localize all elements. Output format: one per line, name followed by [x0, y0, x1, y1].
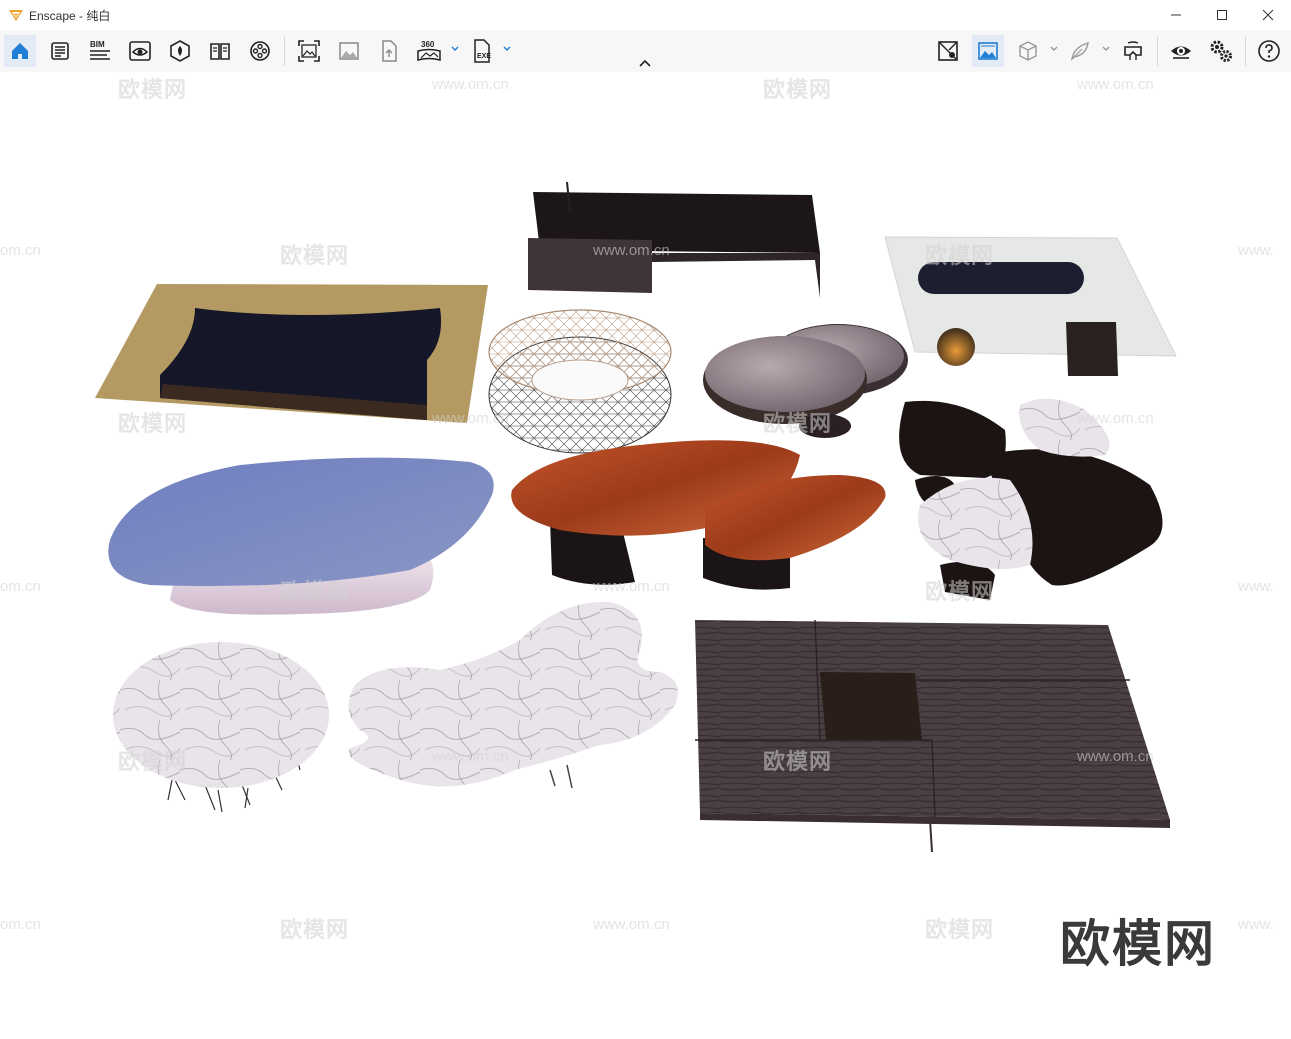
- watermark-url: www.om.cn: [593, 916, 670, 933]
- watermark-url: www.: [1238, 578, 1274, 595]
- gold-base-table[interactable]: [95, 284, 488, 423]
- asset-library-button[interactable]: [164, 35, 196, 67]
- watermark-text: 欧模网: [925, 917, 995, 942]
- wood-leaf-tables[interactable]: [511, 440, 886, 590]
- watermark-text: 欧模网: [763, 749, 833, 774]
- project-info-button[interactable]: [44, 35, 76, 67]
- visual-settings-button[interactable]: [972, 35, 1004, 67]
- watermark-url: www.om.cn: [432, 76, 509, 93]
- collapse-toolbar-icon[interactable]: [638, 58, 652, 68]
- minimize-button[interactable]: [1153, 0, 1199, 30]
- leaf-icon: [170, 40, 190, 62]
- watermark-url: www.: [1238, 916, 1274, 933]
- settings-button[interactable]: [1205, 35, 1237, 67]
- batch-render-button[interactable]: [333, 35, 365, 67]
- dark-wood-block-table[interactable]: [695, 619, 1170, 853]
- watermark-url: www.om.cn: [593, 578, 670, 595]
- watermark-url: www.om.cn: [1077, 410, 1154, 427]
- maximize-icon: [1217, 10, 1227, 20]
- gallery-icon: [339, 42, 359, 60]
- watermark-url: www.om.cn: [1077, 748, 1154, 765]
- eye-icon: [1171, 46, 1191, 59]
- panorama-dropdown-icon[interactable]: [450, 44, 460, 54]
- image-frame-icon: [978, 42, 998, 60]
- watermark-text: 欧模网: [118, 77, 188, 102]
- watermark-text: 欧模网: [925, 243, 995, 268]
- watermark-text: 欧模网: [925, 579, 995, 604]
- watermark-url: www.om.cn: [432, 748, 509, 765]
- list-document-icon: [51, 42, 69, 60]
- panorama-360-icon: 360: [417, 40, 441, 61]
- svg-text:360: 360: [421, 40, 435, 49]
- help-button[interactable]: [1253, 35, 1285, 67]
- close-button[interactable]: [1245, 0, 1291, 30]
- view-toggle-button[interactable]: [1165, 35, 1197, 67]
- gears-icon: [1210, 40, 1232, 62]
- exe-file-icon: EXE: [474, 39, 491, 63]
- capture-settings-button[interactable]: [932, 35, 964, 67]
- marble-splat-table[interactable]: [348, 601, 678, 789]
- feedback-button[interactable]: [1064, 35, 1096, 67]
- maximize-button[interactable]: [1199, 0, 1245, 30]
- close-icon: [1262, 9, 1274, 21]
- scene-render: [95, 181, 1177, 853]
- brand-watermark: 欧模网: [1060, 916, 1216, 972]
- round-marble-table[interactable]: [113, 642, 329, 813]
- bim-button[interactable]: BIM: [84, 35, 116, 67]
- watermark-url: www.om.cn: [593, 242, 670, 259]
- watermark-text: 欧模网: [118, 411, 188, 436]
- wire-mesh-table[interactable]: [488, 309, 672, 454]
- toolbar-separator: [1157, 36, 1158, 66]
- export-upload-button[interactable]: [373, 35, 405, 67]
- feather-icon: [1070, 42, 1089, 62]
- view-management-button[interactable]: [124, 35, 156, 67]
- upload-file-icon: [382, 40, 397, 62]
- section-dropdown-icon[interactable]: [1049, 44, 1059, 54]
- render-viewport[interactable]: 欧模网 www.om.cn 欧模网 www.om.cn om.cn 欧模网 ww…: [0, 72, 1291, 1039]
- svg-text:EXE: EXE: [477, 53, 491, 60]
- watermark-text: 欧模网: [280, 579, 350, 604]
- exe-dropdown-icon[interactable]: [502, 44, 512, 54]
- eye-frame-icon: [129, 41, 151, 61]
- watermark-url: www.: [1238, 242, 1274, 259]
- cube-icon: [1019, 41, 1037, 61]
- home-button[interactable]: [4, 35, 36, 67]
- watermark-text: 欧模网: [280, 917, 350, 942]
- watermark-url: om.cn: [0, 242, 41, 259]
- toolbar-separator: [284, 36, 285, 66]
- toolbar-separator: [1245, 36, 1246, 66]
- dark-bench-table[interactable]: [528, 181, 820, 298]
- panorama-button[interactable]: 360: [413, 35, 445, 67]
- watermark-text: 欧模网: [763, 411, 833, 436]
- capture-image-icon: [298, 40, 320, 62]
- material-editor-button[interactable]: [204, 35, 236, 67]
- watermark-text: 欧模网: [280, 243, 350, 268]
- feedback-dropdown-icon[interactable]: [1101, 44, 1111, 54]
- section-button[interactable]: [1012, 35, 1044, 67]
- watermark-url: om.cn: [0, 916, 41, 933]
- help-icon: [1258, 40, 1280, 62]
- home-icon: [12, 43, 28, 59]
- minimize-icon: [1171, 14, 1181, 16]
- book-icon: [210, 43, 230, 60]
- title-bar: Enscape - 纯白: [0, 0, 1291, 30]
- watermark-text: 欧模网: [763, 77, 833, 102]
- film-reel-icon: [250, 41, 270, 61]
- pebble-cluster-tables[interactable]: [899, 398, 1163, 600]
- main-toolbar: BIM 360 EXE: [0, 30, 1291, 73]
- exe-export-button[interactable]: EXE: [466, 35, 498, 67]
- enscape-logo-icon: [9, 10, 23, 21]
- vr-headset-button[interactable]: [1117, 35, 1149, 67]
- watermark-url: www.om.cn: [432, 410, 509, 427]
- vr-headset-icon: [1124, 41, 1142, 60]
- watermark-url: om.cn: [0, 578, 41, 595]
- bim-icon: BIM: [90, 40, 110, 60]
- video-editor-button[interactable]: [244, 35, 276, 67]
- window-title: Enscape - 纯白: [29, 8, 111, 23]
- map-pin-icon: [938, 41, 958, 61]
- watermark-url: www.om.cn: [1077, 76, 1154, 93]
- svg-text:BIM: BIM: [90, 40, 105, 49]
- watermark-text: 欧模网: [118, 749, 188, 774]
- screenshot-button[interactable]: [293, 35, 325, 67]
